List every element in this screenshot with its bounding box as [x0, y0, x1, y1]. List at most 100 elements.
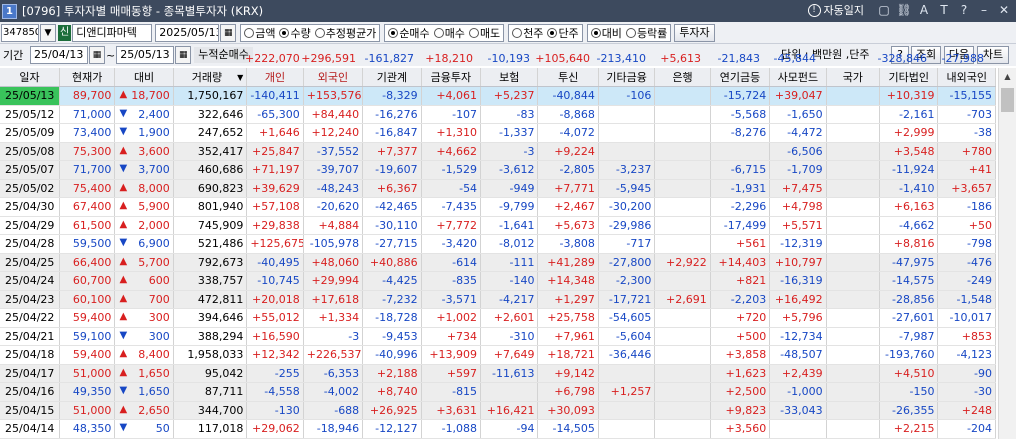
radio-buy[interactable]: 매수: [433, 25, 465, 41]
investor-value-cell: -6,715: [710, 160, 771, 180]
column-header[interactable]: 내외국인: [937, 68, 996, 87]
minimize-icon[interactable]: –: [976, 2, 992, 18]
period-to-input[interactable]: 25/05/13: [116, 46, 175, 64]
investor-value-cell: +40,886: [362, 253, 422, 272]
investor-value-cell: -7,987: [879, 327, 939, 346]
column-header[interactable]: 대비: [114, 68, 174, 87]
table-row[interactable]: 25/05/07 71,700 ▼ 3,700 460,686 +71,197 -39,70…: [0, 160, 996, 180]
column-header[interactable]: 거래량 ▼: [173, 68, 248, 87]
radio-sell[interactable]: 매도: [468, 25, 500, 41]
table-row[interactable]: 25/05/08 75,300 ▲ 3,600 352,417 +25,847 -37,55…: [0, 142, 996, 161]
column-header[interactable]: 투신: [537, 68, 599, 87]
radio-quantity[interactable]: 수량: [279, 25, 311, 41]
table-row[interactable]: 25/04/28 59,500 ▼ 6,900 521,486 +125,675 -105,…: [0, 234, 996, 254]
table-row[interactable]: 25/04/22 59,400 ▲ 300 394,646 +55,012 +1,334 -1…: [0, 308, 996, 328]
investor-value-cell: [710, 142, 771, 161]
investor-value-cell: +226,537: [303, 345, 364, 365]
table-row[interactable]: 25/05/02 75,400 ▲ 8,000 690,823 +39,629 -48,24…: [0, 179, 996, 198]
column-header[interactable]: 연기금등: [710, 68, 771, 87]
table-row[interactable]: 25/04/29 61,500 ▲ 2,000 745,909 +29,838 +4,884…: [0, 216, 996, 235]
column-header[interactable]: 국가: [826, 68, 881, 87]
window-icon[interactable]: ▢: [876, 2, 892, 18]
text-size-icon[interactable]: A: [916, 2, 932, 18]
table-row[interactable]: 25/04/15 51,000 ▲ 2,650 344,700 -130 -688 +26,9…: [0, 401, 996, 420]
calendar-icon[interactable]: ▦: [175, 46, 192, 64]
calendar-icon[interactable]: ▦: [89, 46, 105, 64]
investor-value-cell: -54,605: [598, 308, 656, 328]
search-icon[interactable]: ▼: [40, 23, 56, 42]
column-header[interactable]: 은행: [654, 68, 711, 87]
investor-value-cell: -6,353: [303, 364, 364, 383]
stock-name-field: 디앤디파마텍: [72, 23, 153, 42]
period-from-input[interactable]: 25/04/13: [30, 46, 88, 64]
date-input[interactable]: 2025/05/13: [155, 23, 220, 42]
investor-value-cell: +4,884: [303, 216, 364, 235]
link-icon[interactable]: ⛓: [896, 2, 912, 18]
help-icon[interactable]: ?: [956, 2, 972, 18]
market-tag: 신: [58, 24, 72, 41]
column-header[interactable]: 기타법인: [879, 68, 939, 87]
radio-change-rate[interactable]: 등락률: [625, 25, 667, 41]
investor-value-cell: +1,257: [598, 382, 656, 402]
volume-cell: 344,700: [173, 401, 248, 420]
stock-code-input[interactable]: 347850: [1, 23, 39, 42]
radio-change[interactable]: 대비: [590, 25, 622, 41]
volume-cell: 801,940: [173, 197, 248, 217]
cumulative-sum-cell: -328,846: [877, 52, 927, 65]
column-header[interactable]: 개인: [246, 68, 304, 87]
investor-value-cell: +5,571: [769, 216, 827, 235]
investor-value-cell: +500: [710, 327, 771, 346]
column-header[interactable]: 금융투자: [421, 68, 482, 87]
investor-value-cell: -18,728: [362, 308, 422, 328]
radio-avg-price[interactable]: 추정평균가: [314, 25, 376, 41]
table-row[interactable]: 25/04/21 59,100 ▼ 300 388,294 +16,590 -3 -9,453…: [0, 327, 996, 346]
investor-value-cell: +9,823: [710, 401, 771, 420]
investor-value-cell: -3,237: [598, 160, 656, 180]
table-row[interactable]: 25/05/09 73,400 ▼ 1,900 247,652 +1,646 +12,240…: [0, 123, 996, 143]
radio-circle: [590, 27, 601, 38]
table-row[interactable]: 25/04/25 66,400 ▲ 5,700 792,673 -40,495 +48,06…: [0, 253, 996, 272]
investor-value-cell: -94: [480, 419, 539, 439]
close-icon[interactable]: ✕: [996, 2, 1012, 18]
investor-value-cell: [826, 234, 881, 254]
calendar-icon[interactable]: ▦: [220, 23, 237, 42]
column-header[interactable]: 기타금융: [598, 68, 656, 87]
column-header[interactable]: 사모펀드: [769, 68, 827, 87]
table-row[interactable]: 25/05/13 89,700 ▲ 18,700 1,750,167 -140,411 +1…: [0, 86, 996, 106]
radio-amount[interactable]: 금액: [244, 25, 275, 41]
font-icon[interactable]: T: [936, 2, 952, 18]
investor-value-cell: -7,435: [421, 197, 482, 217]
investor-value-cell: -1,709: [769, 160, 827, 180]
vertical-scrollbar[interactable]: ▲: [998, 68, 1016, 439]
table-row[interactable]: 25/04/23 60,100 ▲ 700 472,811 +20,018 +17,618-…: [0, 290, 996, 309]
radio-single-shares[interactable]: 단주: [547, 25, 579, 41]
auto-journal-toggle[interactable]: ! 자동일지: [807, 2, 864, 18]
table-row[interactable]: 25/04/14 48,350 ▼ 50 117,018 +29,062 -18,946 -1…: [0, 419, 996, 439]
table-row[interactable]: 25/05/12 71,000 ▼ 2,400 322,646 -65,300 +84,44…: [0, 105, 996, 124]
table-row[interactable]: 25/04/17 51,000 ▲ 1,650 95,042 -255 -6,353 +2,1…: [0, 364, 996, 383]
investor-value-cell: +2,601: [480, 308, 539, 328]
column-header[interactable]: 일자: [0, 68, 60, 87]
column-header[interactable]: 외국인: [303, 68, 364, 87]
investor-button[interactable]: 투자자: [674, 23, 715, 42]
investor-value-cell: +853: [937, 327, 996, 346]
up-arrow-icon: ▲: [119, 366, 128, 378]
radio-net-buy[interactable]: 순매수: [388, 25, 430, 41]
date-cell: 25/04/29: [0, 216, 60, 235]
volume-cell: 247,652: [173, 123, 248, 143]
radio-thousand-shares[interactable]: 천주: [512, 25, 543, 41]
column-header[interactable]: 보험: [480, 68, 539, 87]
table-row[interactable]: 25/04/16 49,350 ▼ 1,650 87,711 -4,558 -4,002 +8…: [0, 382, 996, 402]
sort-dropdown-icon[interactable]: ▼: [237, 73, 243, 82]
table-row[interactable]: 25/04/24 60,700 ▲ 600 338,757 -10,745 +29,994-…: [0, 271, 996, 291]
scroll-up-icon[interactable]: ▲: [999, 68, 1016, 85]
investor-value-cell: +4,798: [769, 197, 827, 217]
column-header[interactable]: 현재가: [59, 68, 116, 87]
investor-value-cell: -3: [303, 327, 364, 346]
table-row[interactable]: 25/04/30 67,400 ▲ 5,900 801,940 +57,108 -20,62…: [0, 197, 996, 217]
column-header[interactable]: 기관계: [362, 68, 422, 87]
scrollbar-thumb[interactable]: [1001, 88, 1014, 112]
volume-cell: 690,823: [173, 179, 248, 198]
radio-circle: [244, 27, 255, 38]
table-row[interactable]: 25/04/18 59,400 ▲ 8,400 1,958,033 +12,342 +226…: [0, 345, 996, 365]
